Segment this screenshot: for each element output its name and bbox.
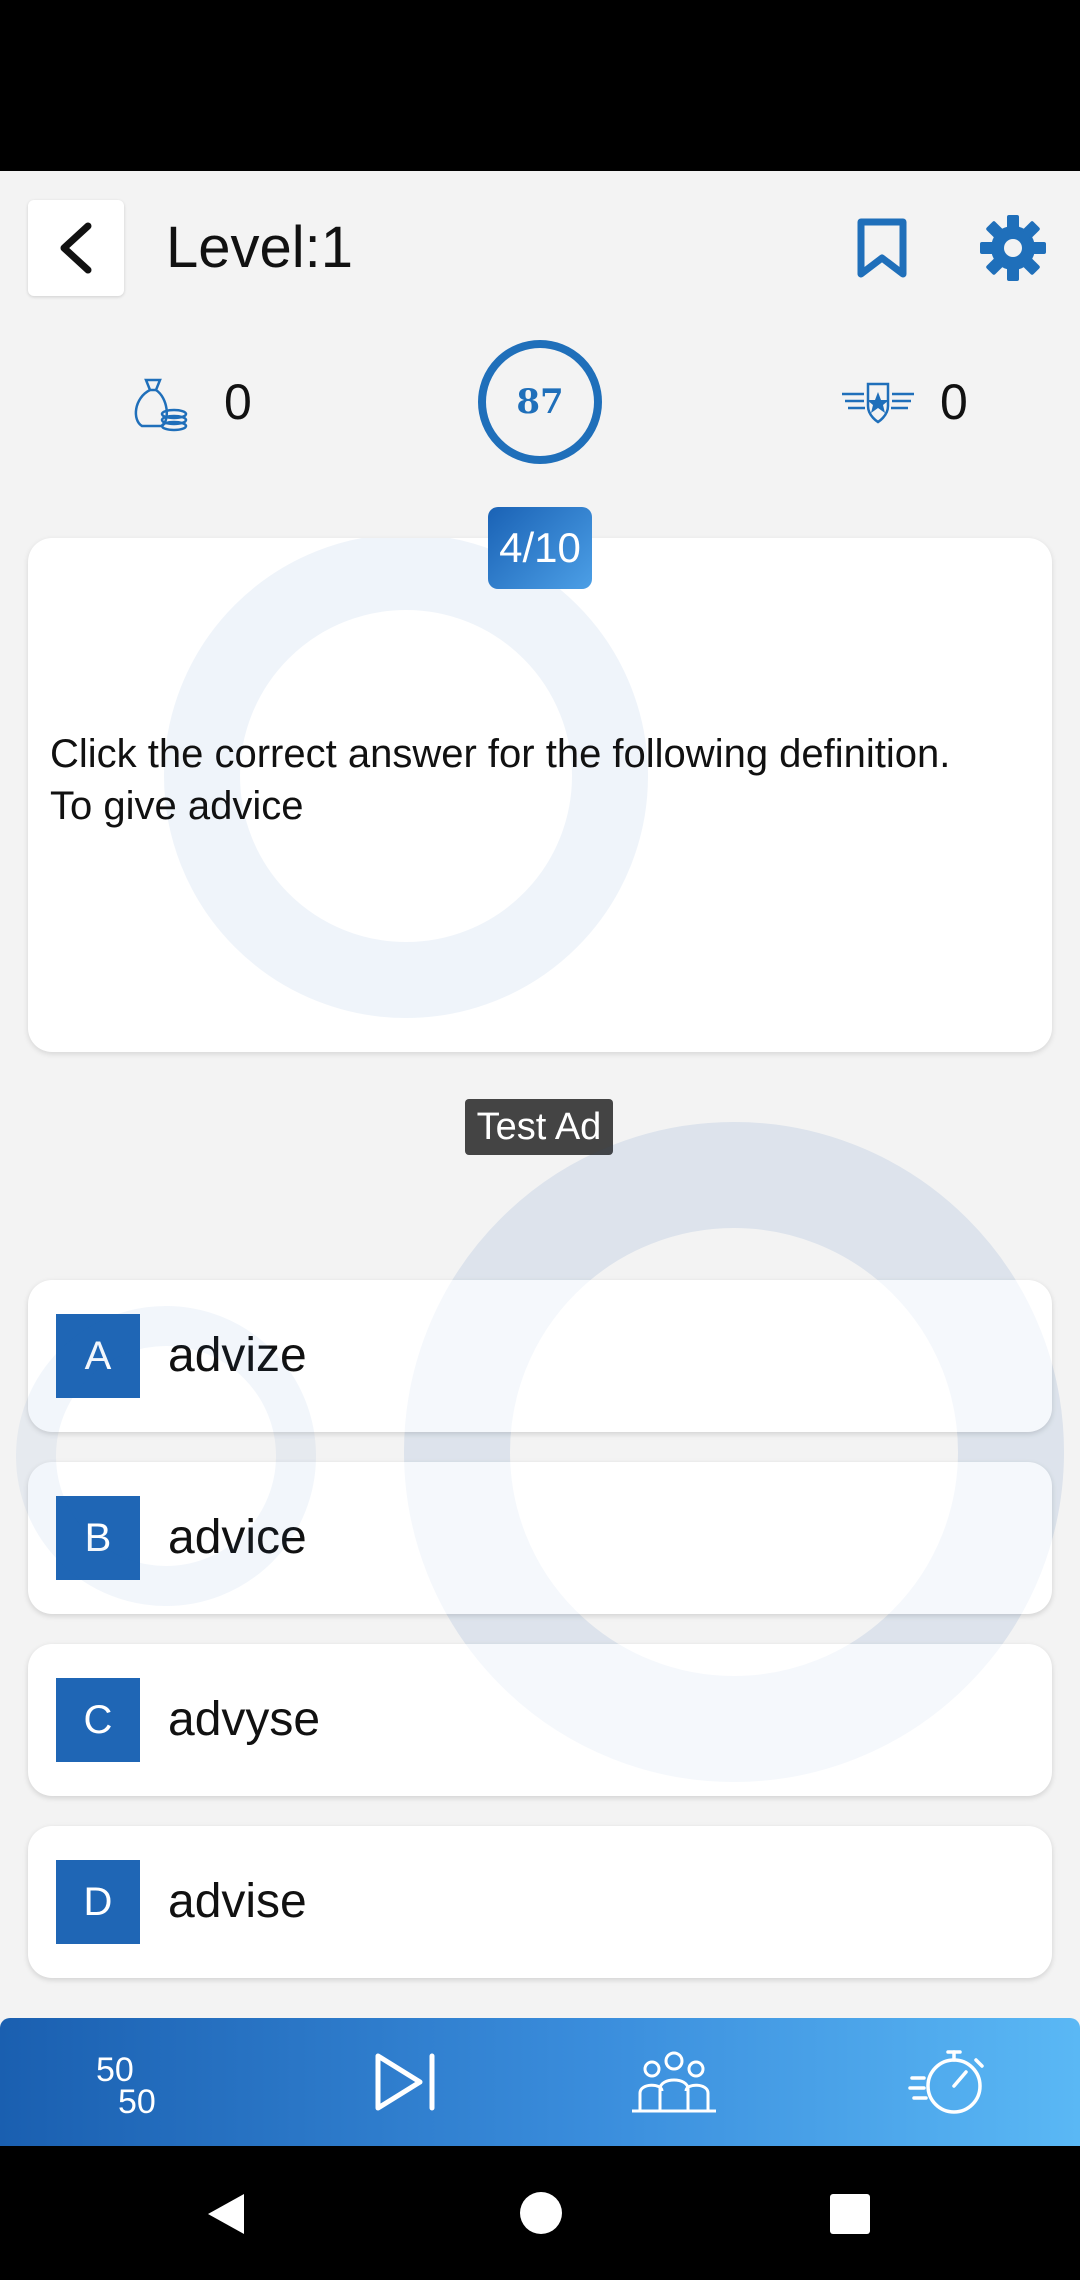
chevron-left-icon <box>60 222 92 274</box>
fifty-fifty-icon: 50 50 <box>96 2051 156 2117</box>
bookmark-icon[interactable] <box>856 218 908 278</box>
option-letter: C <box>56 1678 140 1762</box>
answer-option-b[interactable]: B advice <box>28 1462 1052 1614</box>
nav-back-icon[interactable] <box>202 2190 250 2238</box>
question-text: Click the correct answer for the followi… <box>50 732 951 828</box>
option-text: advice <box>168 1511 307 1564</box>
status-bar <box>0 0 1080 171</box>
nav-home-icon[interactable] <box>518 2190 564 2236</box>
option-text: advize <box>168 1329 307 1382</box>
ad-banner[interactable]: Test Ad <box>465 1099 613 1155</box>
audience-poll-button[interactable] <box>626 2040 722 2124</box>
coins-value: 0 <box>224 374 252 430</box>
back-button[interactable] <box>28 200 124 296</box>
countdown-timer: 87 <box>478 340 602 464</box>
answer-option-c[interactable]: C advyse <box>28 1644 1052 1796</box>
nav-recents-icon[interactable] <box>828 2192 872 2236</box>
money-bag-icon <box>134 378 188 432</box>
audience-icon <box>632 2051 716 2113</box>
option-letter: A <box>56 1314 140 1398</box>
answer-option-d[interactable]: D advise <box>28 1826 1052 1978</box>
option-letter: B <box>56 1496 140 1580</box>
option-letter: D <box>56 1860 140 1944</box>
skip-question-button[interactable] <box>358 2040 454 2124</box>
winged-badge-icon <box>842 382 914 424</box>
skip-icon <box>375 2053 435 2111</box>
fifty-fifty-button[interactable]: 50 50 <box>86 2040 182 2124</box>
stopwatch-icon <box>908 2050 984 2114</box>
time-freeze-button[interactable] <box>900 2040 996 2124</box>
lifeline-bar: 50 50 <box>0 2018 1080 2146</box>
score-value: 0 <box>940 374 968 430</box>
question-progress-badge: 4/10 <box>488 507 592 589</box>
option-text: advyse <box>168 1693 321 1746</box>
option-text: advise <box>168 1875 307 1928</box>
svg-text:50: 50 <box>118 2083 156 2117</box>
answer-option-a[interactable]: A advize <box>28 1280 1052 1432</box>
gear-icon[interactable] <box>980 215 1046 281</box>
system-nav-bar <box>0 2146 1080 2280</box>
level-title: Level:1 <box>166 215 354 280</box>
